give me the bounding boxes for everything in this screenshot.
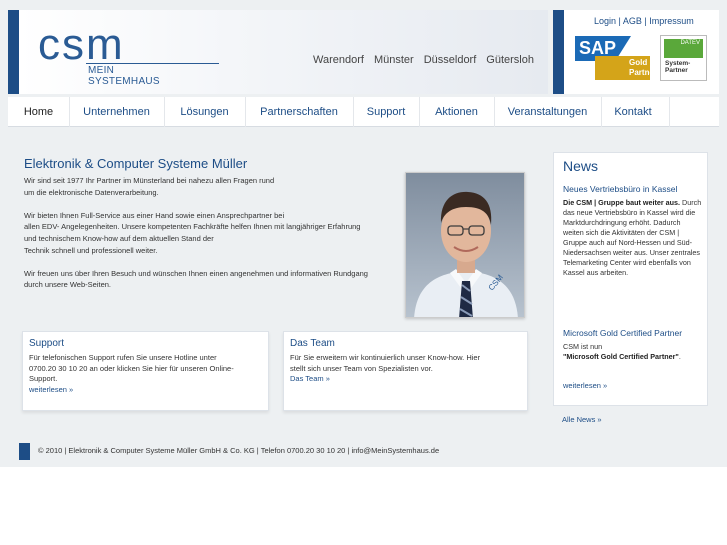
team-box: Das Team Für Sie erweitern wir kontinuie…	[283, 331, 528, 411]
portrait-photo: CSM	[405, 172, 525, 318]
logo-underline	[86, 63, 219, 64]
team-box-text: Für Sie erweitern wir kontinuierlich uns…	[290, 353, 480, 385]
news-item-text: Durch das neue Vertriebsbüro in Kassel w…	[563, 198, 702, 277]
all-news-link[interactable]: Alle News »	[562, 415, 602, 424]
support-box: Support Für telefonischen Support rufen …	[22, 331, 269, 411]
news-item-lead: "Microsoft Gold Certified Partner"	[563, 352, 679, 361]
team-box-title[interactable]: Das Team	[290, 338, 335, 349]
nav-item-aktionen[interactable]: Aktionen	[419, 97, 494, 127]
nav-item-unternehmen[interactable]: Unternehmen	[69, 97, 164, 127]
team-box-body: Für Sie erweitern wir kontinuierlich uns…	[290, 353, 481, 373]
team-link[interactable]: Das Team »	[290, 374, 330, 383]
city-list: Warendorf Münster Düsseldorf Gütersloh	[313, 54, 534, 66]
top-links: Login | AGB | Impressum	[594, 16, 694, 26]
sap-gold-line2: Partner	[629, 68, 658, 77]
news-item-text: CSM ist nun	[563, 342, 603, 351]
support-box-text: Für telefonischen Support rufen Sie unse…	[29, 353, 234, 395]
datev-label: System- Partner	[665, 60, 690, 74]
nav-item-veranstaltungen[interactable]: Veranstaltungen	[494, 97, 601, 127]
agb-link[interactable]: AGB	[623, 16, 642, 26]
portrait-illustration: CSM	[406, 173, 524, 317]
news-item-body: CSM ist nun "Microsoft Gold Certified Pa…	[563, 342, 703, 362]
login-link[interactable]: Login	[594, 16, 616, 26]
sap-gold-label: Gold Partner	[595, 56, 658, 80]
page-title: Elektronik & Computer Systeme Müller	[24, 156, 248, 171]
datev-logo-text: DATEV	[664, 39, 703, 58]
news-item-lead: Die CSM | Gruppe baut weiter aus.	[563, 198, 681, 207]
datev-system-partner-logo: DATEV System- Partner	[660, 35, 707, 81]
footer-marker	[19, 443, 30, 460]
intro-paragraph: Wir bieten Ihnen Full-Service aus einer …	[24, 210, 361, 255]
nav-item-home[interactable]: Home	[8, 97, 69, 127]
sap-gold-line1: Gold	[629, 58, 648, 67]
support-box-body: Für telefonischen Support rufen Sie unse…	[29, 353, 234, 383]
intro-text: Wir sind seit 1977 Ihr Partner im Münste…	[24, 175, 414, 303]
impressum-link[interactable]: Impressum	[649, 16, 694, 26]
intro-paragraph: Wir freuen uns über Ihren Besuch und wün…	[24, 268, 368, 290]
footer-text: © 2010 | Elektronik & Computer Systeme M…	[38, 446, 440, 455]
news-heading: News	[563, 158, 599, 174]
nav-item-kontakt[interactable]: Kontakt	[601, 97, 665, 127]
city-guetersloh: Gütersloh	[486, 54, 534, 66]
city-duesseldorf: Düsseldorf	[423, 54, 477, 66]
sap-gold-partner-logo: SAP Gold Partner	[575, 36, 658, 80]
news-item-title[interactable]: Neues Vertriebsbüro in Kassel	[563, 184, 677, 194]
nav-item-partnerschaften[interactable]: Partnerschaften	[245, 97, 353, 127]
support-box-title[interactable]: Support	[29, 338, 64, 349]
datev-line1: System-	[665, 60, 691, 67]
support-read-more-link[interactable]: weiterlesen »	[29, 385, 73, 394]
intro-paragraph: Wir sind seit 1977 Ihr Partner im Münste…	[24, 176, 275, 197]
news-panel: News Neues Vertriebsbüro in Kassel Die C…	[553, 152, 708, 406]
nav-divider	[669, 97, 670, 127]
city-warendorf: Warendorf	[313, 54, 364, 66]
nav-item-loesungen[interactable]: Lösungen	[164, 97, 245, 127]
main-navigation: Home Unternehmen Lösungen Partnerschafte…	[8, 97, 719, 127]
news-item-text: .	[678, 352, 681, 361]
city-muenster: Münster	[373, 54, 414, 66]
news-item-body: Die CSM | Gruppe baut weiter aus. Durch …	[563, 198, 703, 278]
csm-logo[interactable]: CSM MEIN SYSTEMHAUS	[36, 20, 219, 87]
nav-item-support[interactable]: Support	[353, 97, 419, 127]
datev-line2: Partner	[665, 67, 688, 74]
news-item-title[interactable]: Microsoft Gold Certified Partner	[563, 328, 682, 338]
logo-subtitle: MEIN SYSTEMHAUS	[88, 65, 160, 87]
news-read-more-link[interactable]: weiterlesen »	[563, 381, 607, 390]
